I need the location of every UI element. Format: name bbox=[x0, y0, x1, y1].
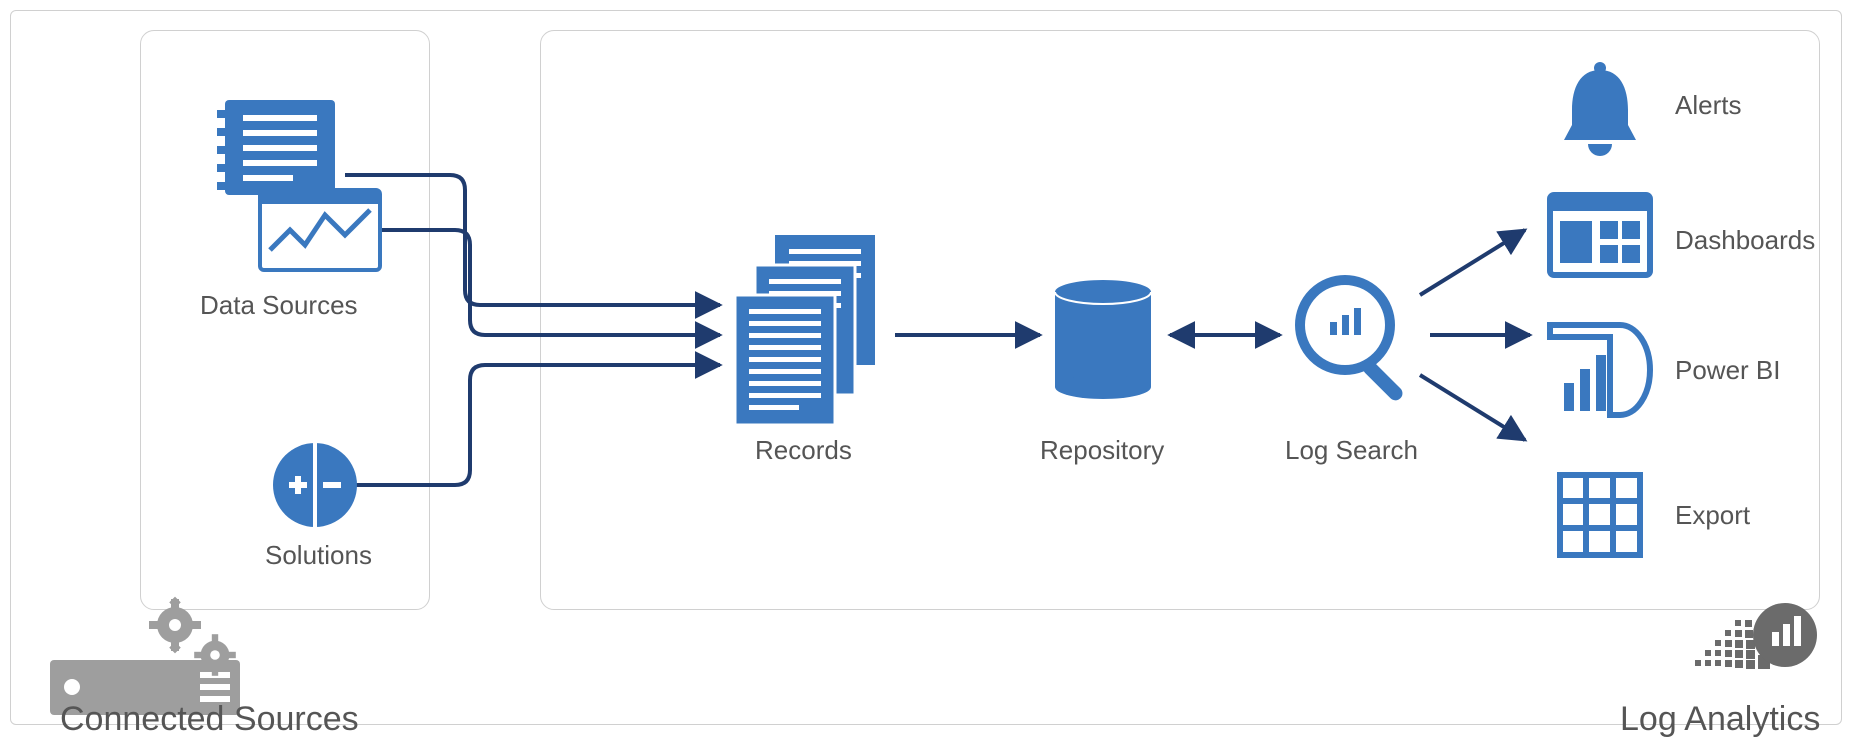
chart-card-icon bbox=[260, 190, 380, 270]
connector-datasource2-to-records bbox=[370, 230, 720, 335]
powerbi-label: Power BI bbox=[1675, 355, 1781, 386]
diagram-svg bbox=[0, 0, 1852, 735]
dashboards-label: Dashboards bbox=[1675, 225, 1815, 256]
log-analytics-icon bbox=[1695, 603, 1817, 669]
log-search-label: Log Search bbox=[1285, 435, 1418, 466]
log-search-icon bbox=[1300, 280, 1405, 403]
records-icon bbox=[735, 235, 875, 425]
records-label: Records bbox=[755, 435, 852, 466]
alerts-label: Alerts bbox=[1675, 90, 1741, 121]
solutions-icon bbox=[273, 443, 357, 527]
repository-icon bbox=[1055, 280, 1151, 399]
notebook-icon bbox=[217, 100, 335, 195]
powerbi-icon bbox=[1550, 325, 1650, 415]
export-label: Export bbox=[1675, 500, 1750, 531]
alerts-icon bbox=[1564, 62, 1636, 156]
connector-solutions-to-records bbox=[355, 365, 720, 485]
export-icon bbox=[1560, 475, 1640, 555]
data-sources-label: Data Sources bbox=[200, 290, 358, 321]
connector-datasource1-to-records bbox=[345, 175, 720, 305]
repository-label: Repository bbox=[1040, 435, 1164, 466]
log-analytics-label: Log Analytics bbox=[1620, 700, 1820, 739]
solutions-label: Solutions bbox=[265, 540, 372, 571]
connector-logsearch-to-dashboards bbox=[1420, 230, 1525, 295]
dashboards-icon bbox=[1550, 195, 1650, 275]
connected-sources-label: Connected Sources bbox=[60, 700, 359, 739]
connector-logsearch-to-export bbox=[1420, 375, 1525, 440]
